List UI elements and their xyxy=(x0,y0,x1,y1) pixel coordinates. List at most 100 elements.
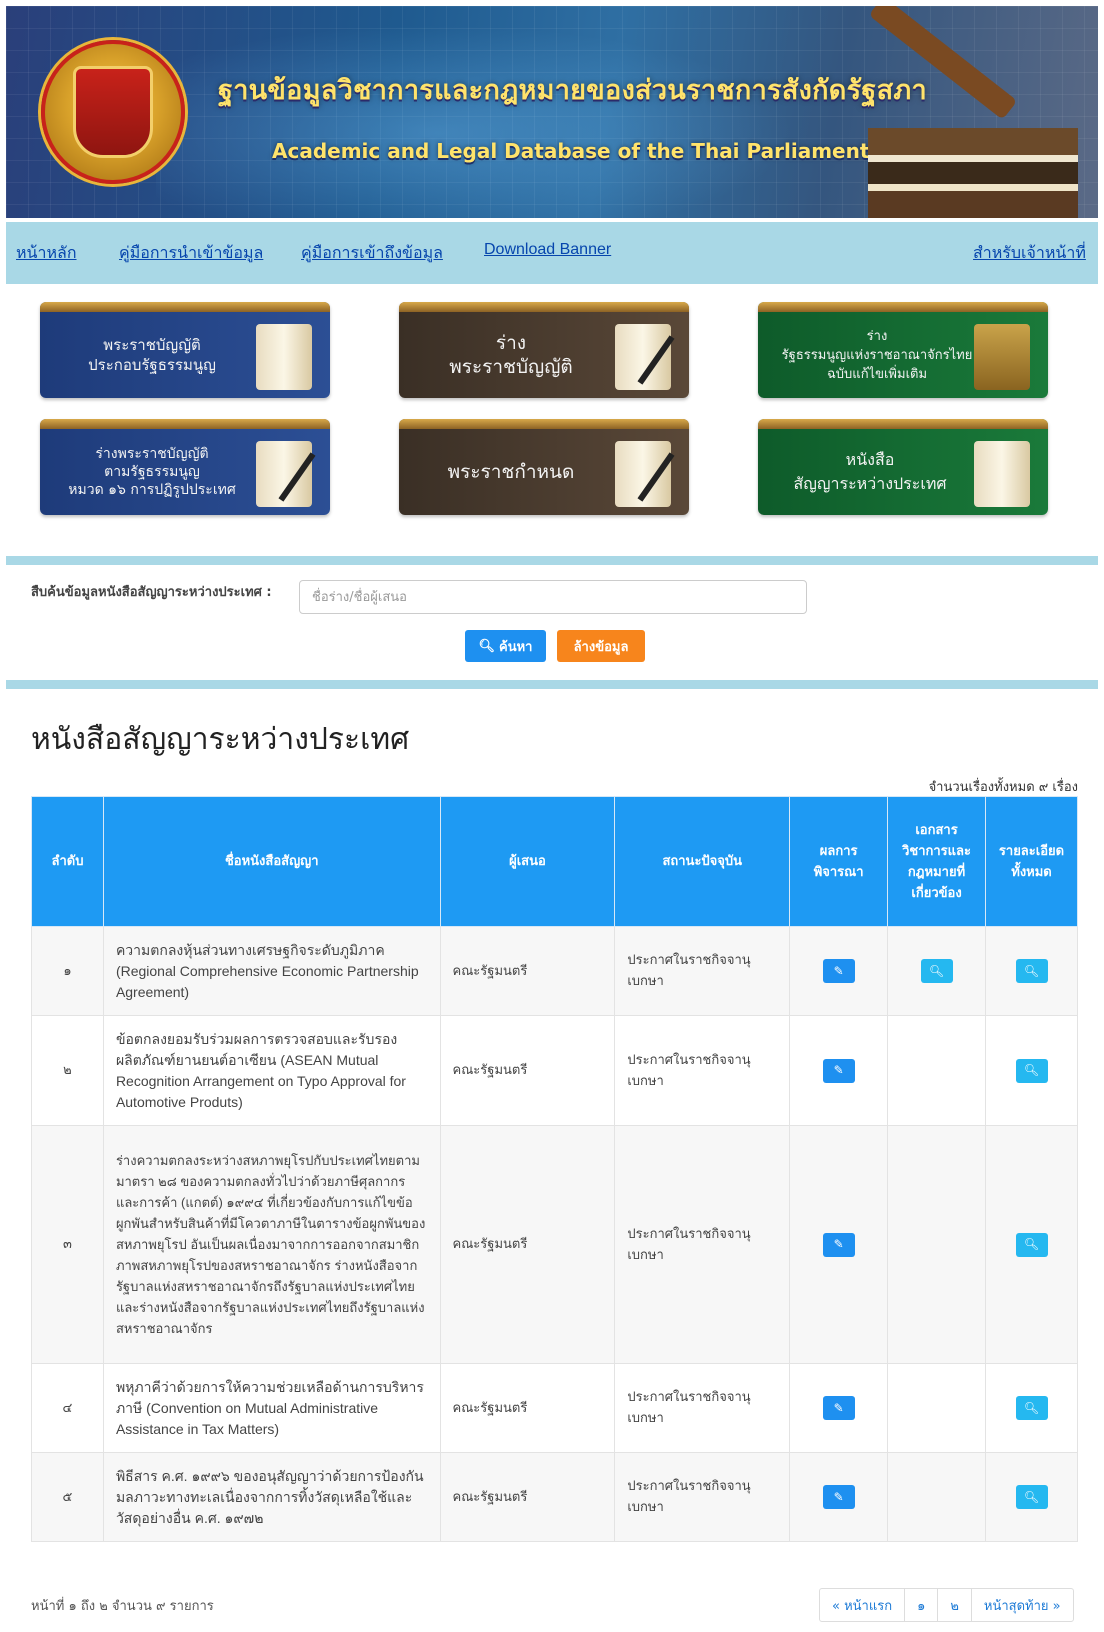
tile-label: ร่างพระราชบัญญัติ ตามรัฐธรรมนูญ หมวด ๑๖ … xyxy=(68,446,236,498)
status: ประกาศในราชกิจจานุเบกษา xyxy=(614,926,791,1016)
view-details-button[interactable]: 🔍︎ xyxy=(1015,1058,1048,1083)
table-row: ๔ พหุภาคีว่าด้วยการให้ความช่วยเหลือด้านก… xyxy=(31,1363,1078,1453)
treaty-name: ร่างความตกลงระหว่างสหภาพยุโรปกับประเทศไท… xyxy=(102,1125,441,1364)
tile-reform-act[interactable]: ร่างพระราชบัญญัติ ตามรัฐธรรมนูญ หมวด ๑๖ … xyxy=(40,419,330,515)
view-details-button[interactable]: 🔍︎ xyxy=(1015,1232,1048,1257)
row-number: ๔ xyxy=(31,1363,104,1453)
documents-cell xyxy=(887,1125,986,1364)
tile-label: ร่าง พระราชบัญญัติ xyxy=(449,332,573,378)
nav-import-guide-link[interactable]: คู่มือการนำเข้าข้อมูล xyxy=(119,241,263,266)
edit-result-button[interactable]: ✎ xyxy=(822,1058,855,1083)
tile-label: ร่าง รัฐธรรมนูญแห่งราชอาณาจักรไทย ฉบับแก… xyxy=(781,328,973,382)
proposer: คณะรัฐมนตรี xyxy=(439,1125,616,1364)
tile-label: พระราชบัญญัติ ประกอบรัฐธรรมนูญ xyxy=(88,336,216,374)
clear-button[interactable]: ล้างข้อมูล xyxy=(557,630,645,662)
edit-result-button[interactable]: ✎ xyxy=(822,1232,855,1257)
status: ประกาศในราชกิจจานุเบกษา xyxy=(614,1125,791,1364)
scroll-icon xyxy=(256,324,312,390)
nav-download-banner-link[interactable]: Download Banner xyxy=(484,241,611,259)
books-graphic xyxy=(868,128,1078,218)
row-number: ๒ xyxy=(31,1015,104,1126)
proposer: คณะรัฐมนตรี xyxy=(439,926,616,1016)
view-details-button[interactable]: 🔍︎ xyxy=(1015,959,1048,983)
view-documents-button[interactable]: 🔍︎ xyxy=(920,959,953,983)
page-1-button[interactable]: ๑ xyxy=(904,1588,939,1622)
col-header-result: ผลการพิจารณา xyxy=(789,796,889,927)
col-header-documents: เอกสารวิชาการและกฎหมายที่เกี่ยวข้อง xyxy=(887,796,986,927)
tile-top-bar xyxy=(399,302,689,312)
tile-top-bar xyxy=(40,419,330,429)
view-details-button[interactable]: 🔍︎ xyxy=(1015,1396,1048,1420)
result-cell: ✎ xyxy=(789,1015,889,1126)
treaty-name: พิธีสาร ค.ศ. ๑๙๙๖ ของอนุสัญญาว่าด้วยการป… xyxy=(102,1452,441,1542)
table-row: ๓ ร่างความตกลงระหว่างสหภาพยุโรปกับประเทศ… xyxy=(31,1125,1078,1364)
nav-access-guide-link[interactable]: คู่มือการเข้าถึงข้อมูล xyxy=(301,241,443,266)
documents-cell: 🔍︎ xyxy=(887,926,986,1016)
last-page-button[interactable]: หน้าสุดท้าย » xyxy=(970,1588,1074,1622)
treaty-name: ข้อตกลงยอมรับร่วมผลการตรวจสอบและรับรองผล… xyxy=(102,1015,441,1126)
proposer: คณะรัฐมนตรี xyxy=(439,1363,616,1453)
result-cell: ✎ xyxy=(789,1125,889,1364)
pedestal-tray-icon xyxy=(974,324,1030,390)
edit-result-button[interactable]: ✎ xyxy=(822,1396,855,1420)
edit-result-button[interactable]: ✎ xyxy=(822,1485,855,1509)
pagination: « หน้าแรก ๑ ๒ หน้าสุดท้าย » xyxy=(819,1588,1074,1622)
tile-top-bar xyxy=(399,419,689,429)
table-header-row: ลำดับ ชื่อหนังสือสัญญา ผู้เสนอ สถานะปัจจ… xyxy=(31,796,1078,927)
nav-staff-link[interactable]: สำหรับเจ้าหน้าที่ xyxy=(973,241,1086,266)
tile-organic-act[interactable]: พระราชบัญญัติ ประกอบรัฐธรรมนูญ xyxy=(40,302,330,398)
result-cell: ✎ xyxy=(789,1452,889,1542)
tile-top-bar xyxy=(40,302,330,312)
page-2-button[interactable]: ๒ xyxy=(937,1588,972,1622)
status: ประกาศในราชกิจจานุเบกษา xyxy=(614,1452,791,1542)
tile-royal-decree[interactable]: พระราชกำหนด xyxy=(399,419,689,515)
documents-cell xyxy=(887,1015,986,1126)
banner-title-english: Academic and Legal Database of the Thai … xyxy=(272,139,870,163)
pagination-summary: หน้าที่ ๑ ถึง ๒ จำนวน ๙ รายการ xyxy=(31,1599,214,1614)
section-divider xyxy=(6,556,1098,565)
treaty-table: ลำดับ ชื่อหนังสือสัญญา ผู้เสนอ สถานะปัจจ… xyxy=(31,796,1078,1542)
total-count: จำนวนเรื่องทั้งหมด ๙ เรื่อง xyxy=(928,780,1078,795)
tile-constitution-amendment[interactable]: ร่าง รัฐธรรมนูญแห่งราชอาณาจักรไทย ฉบับแก… xyxy=(758,302,1048,398)
row-number: ๕ xyxy=(31,1452,104,1542)
view-details-button[interactable]: 🔍︎ xyxy=(1015,1485,1048,1509)
documents-cell xyxy=(887,1452,986,1542)
search-input[interactable] xyxy=(299,580,807,614)
search-button-label: ค้นหา xyxy=(499,639,533,655)
details-cell: 🔍︎ xyxy=(985,1363,1078,1453)
search-label: สืบค้นข้อมูลหนังสือสัญญาระหว่างประเทศ : xyxy=(31,585,272,600)
proposer: คณะรัฐมนตรี xyxy=(439,1015,616,1126)
scroll-icon xyxy=(974,441,1030,507)
row-number: ๓ xyxy=(31,1125,104,1364)
tile-label: หนังสือ สัญญาระหว่างประเทศ xyxy=(793,450,947,493)
documents-cell xyxy=(887,1363,986,1453)
col-header-proposer: ผู้เสนอ xyxy=(439,796,616,927)
header-banner: ฐานข้อมูลวิชาการและกฎหมายของส่วนราชการสั… xyxy=(6,6,1098,218)
status: ประกาศในราชกิจจานุเบกษา xyxy=(614,1015,791,1126)
table-row: ๑ ความตกลงหุ้นส่วนทางเศรษฐกิจระดับภูมิภา… xyxy=(31,926,1078,1016)
emblem-center xyxy=(73,66,153,158)
table-row: ๒ ข้อตกลงยอมรับร่วมผลการตรวจสอบและรับรอง… xyxy=(31,1015,1078,1126)
edit-result-button[interactable]: ✎ xyxy=(822,959,855,983)
search-icon: 🔍︎ xyxy=(478,638,496,654)
status: ประกาศในราชกิจจานุเบกษา xyxy=(614,1363,791,1453)
proposer: คณะรัฐมนตรี xyxy=(439,1452,616,1542)
tile-top-bar xyxy=(758,302,1048,312)
details-cell: 🔍︎ xyxy=(985,1015,1078,1126)
parliament-emblem-logo xyxy=(41,40,185,184)
tile-label: พระราชกำหนด xyxy=(447,461,575,483)
nav-home-link[interactable]: หน้าหลัก xyxy=(16,241,77,266)
section-divider xyxy=(6,680,1098,689)
details-cell: 🔍︎ xyxy=(985,1125,1078,1364)
search-button[interactable]: 🔍︎ ค้นหา xyxy=(465,630,546,662)
banner-glow xyxy=(156,6,856,218)
col-header-name: ชื่อหนังสือสัญญา xyxy=(102,796,441,927)
banner-title-thai: ฐานข้อมูลวิชาการและกฎหมายของส่วนราชการสั… xyxy=(218,75,927,106)
tile-international-treaty[interactable]: หนังสือ สัญญาระหว่างประเทศ xyxy=(758,419,1048,515)
first-page-button[interactable]: « หน้าแรก xyxy=(819,1588,906,1622)
tile-draft-act[interactable]: ร่าง พระราชบัญญัติ xyxy=(399,302,689,398)
result-cell: ✎ xyxy=(789,926,889,1016)
page-title: หนังสือสัญญาระหว่างประเทศ xyxy=(31,722,410,757)
col-header-status: สถานะปัจจุบัน xyxy=(614,796,791,927)
details-cell: 🔍︎ xyxy=(985,926,1078,1016)
